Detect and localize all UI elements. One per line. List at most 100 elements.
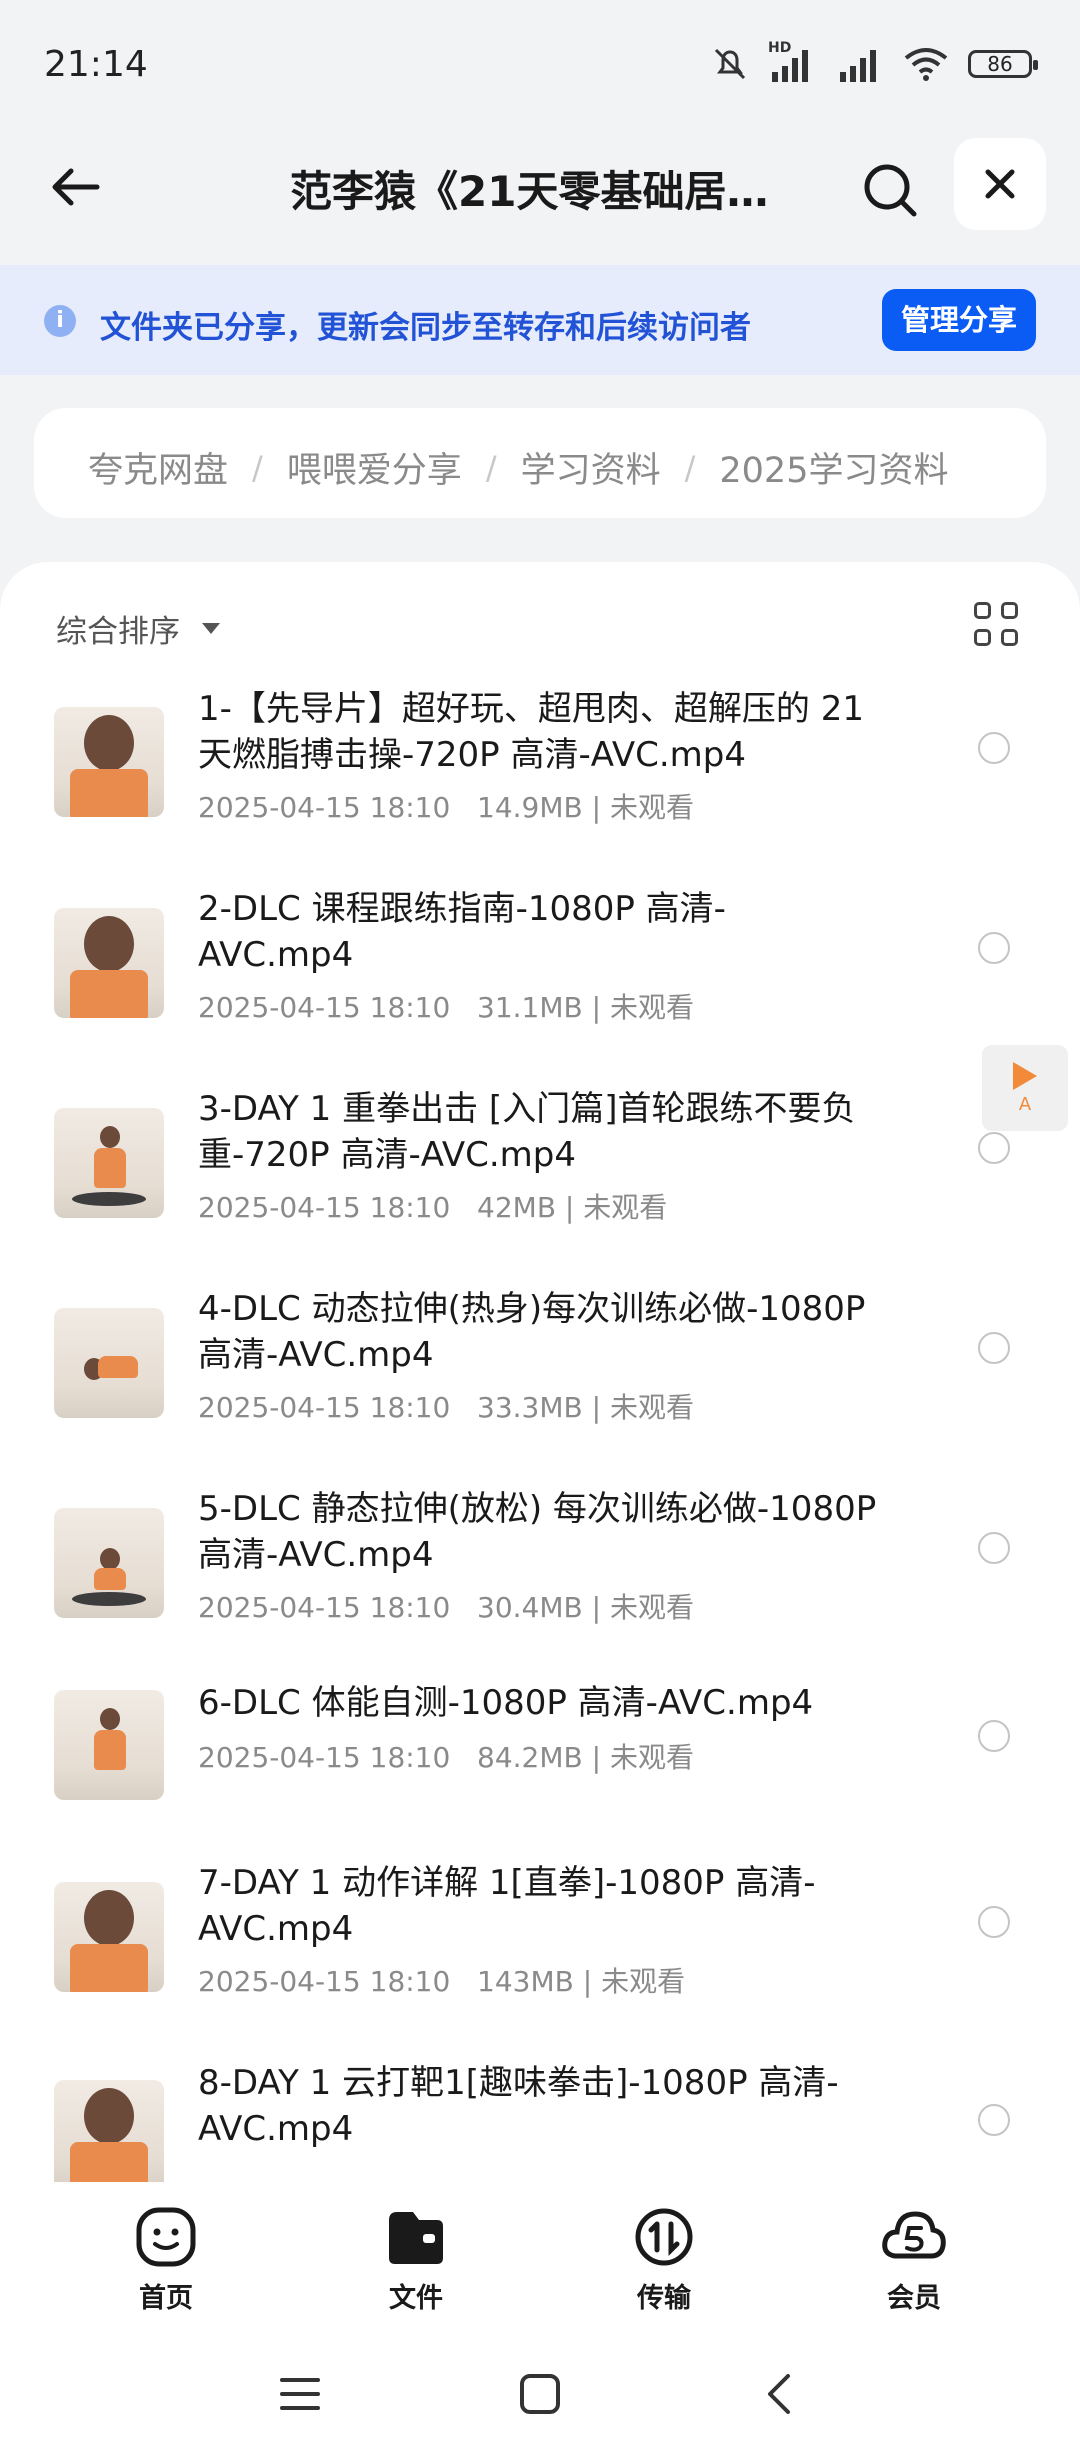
home-square-icon — [520, 2374, 560, 2414]
file-row[interactable]: 6-DLC 体能自测-1080P 高清-AVC.mp4 2025-04-15 1… — [0, 1660, 1080, 1830]
file-size: 143MB — [477, 1965, 574, 1998]
back-arrow-icon — [52, 168, 100, 206]
video-thumbnail — [54, 707, 164, 817]
breadcrumb-separator: / — [684, 448, 696, 487]
file-row[interactable]: 1-【先导片】超好玩、超甩肉、超解压的 21天燃脂搏击操-720P 高清-AVC… — [0, 660, 1080, 860]
search-icon — [864, 164, 917, 217]
search-button[interactable] — [852, 152, 928, 228]
select-radio[interactable] — [978, 1906, 1010, 1938]
status-icons: HD 86 — [710, 40, 1038, 84]
video-thumbnail — [54, 908, 164, 1018]
breadcrumb-item[interactable]: 夸克网盘 — [88, 442, 228, 493]
tab-member[interactable]: 会员 — [844, 2206, 984, 2315]
share-notice-text: 文件夹已分享，更新会同步至转存和后续访问者 — [100, 310, 751, 346]
file-date: 2025-04-15 18:10 — [198, 1191, 451, 1224]
watch-status: 未观看 — [583, 1191, 668, 1224]
close-button[interactable] — [954, 138, 1046, 230]
watch-status: 未观看 — [609, 991, 694, 1024]
file-size: 31.1MB — [477, 991, 583, 1024]
file-size: 84.2MB — [477, 1741, 583, 1774]
menu-icon — [280, 2378, 320, 2410]
caret-down-icon — [202, 623, 220, 634]
file-date: 2025-04-15 18:10 — [198, 1741, 451, 1774]
select-radio[interactable] — [978, 732, 1010, 764]
file-meta: 2025-04-15 18:10 14.9MB | 未观看 — [198, 791, 694, 824]
select-radio[interactable] — [978, 2104, 1010, 2136]
select-radio[interactable] — [978, 1332, 1010, 1364]
bottom-tab-bar: 首页 文件 传输 会员 — [0, 2182, 1080, 2322]
file-size: 30.4MB — [477, 1591, 583, 1624]
file-name: 6-DLC 体能自测-1080P 高清-AVC.mp4 — [198, 1683, 814, 1723]
file-name: 4-DLC 动态拉伸(热身)每次训练必做-1080P 高清-AVC.mp4 — [198, 1289, 866, 1375]
watch-status: 未观看 — [609, 791, 694, 824]
watch-status: 未观看 — [609, 1741, 694, 1774]
file-row[interactable]: 3-DAY 1 重拳出击 [入门篇]首轮跟练不要负重-720P 高清-AVC.m… — [0, 1060, 1080, 1260]
file-name: 8-DAY 1 云打靶1[趣味拳击]-1080P 高清-AVC.mp4 — [198, 2063, 839, 2149]
system-back-button[interactable] — [750, 2364, 810, 2424]
sort-dropdown[interactable]: 综合排序 — [56, 606, 220, 651]
file-meta: 2025-04-15 18:10 84.2MB | 未观看 — [198, 1741, 694, 1774]
breadcrumb-item[interactable]: 2025学习资料 — [719, 442, 948, 493]
grid-view-icon[interactable] — [974, 602, 1020, 648]
back-button[interactable] — [40, 152, 110, 222]
status-time: 21:14 — [44, 44, 148, 85]
tab-transfer[interactable]: 传输 — [594, 2206, 734, 2315]
watch-status: 未观看 — [609, 1391, 694, 1424]
tab-label: 传输 — [637, 2283, 691, 2314]
file-date: 2025-04-15 18:10 — [198, 1591, 451, 1624]
tab-home[interactable]: 首页 — [96, 2206, 236, 2315]
play-icon — [1013, 1061, 1037, 1090]
video-thumbnail — [54, 1690, 164, 1800]
file-row[interactable]: 2-DLC 课程跟练指南-1080P 高清-AVC.mp4 2025-04-15… — [0, 860, 1080, 1060]
breadcrumb-item[interactable]: 喂喂爱分享 — [287, 442, 462, 493]
breadcrumb-item[interactable]: 学习资料 — [521, 442, 661, 493]
video-thumbnail — [54, 1108, 164, 1218]
tab-label: 文件 — [389, 2283, 443, 2314]
breadcrumb-trail: 夸克网盘 / 喂喂爱分享 / 学习资料 / 2025学习资料 — [88, 442, 1028, 493]
watch-status: 未观看 — [601, 1965, 686, 1998]
member-icon — [882, 2211, 946, 2259]
wifi-icon — [904, 48, 948, 81]
close-icon — [985, 169, 1015, 199]
manage-share-button[interactable]: 管理分享 — [882, 289, 1036, 351]
signal-icon — [840, 50, 876, 82]
file-row[interactable]: 5-DLC 静态拉伸(放松) 每次训练必做-1080P 高清-AVC.mp4 2… — [0, 1460, 1080, 1660]
file-size: 33.3MB — [477, 1391, 583, 1424]
system-home-button[interactable] — [510, 2364, 570, 2424]
file-meta: 2025-04-15 18:10 31.1MB | 未观看 — [198, 991, 694, 1024]
file-size: 14.9MB — [477, 791, 583, 824]
file-name: 1-【先导片】超好玩、超甩肉、超解压的 21天燃脂搏击操-720P 高清-AVC… — [198, 689, 864, 775]
file-date: 2025-04-15 18:10 — [198, 1965, 451, 1998]
folder-icon — [389, 2212, 443, 2264]
video-thumbnail — [54, 2080, 164, 2182]
nav-header: 范李猿《21天零基础居… — [0, 130, 1080, 265]
file-meta: 2025-04-15 18:10 143MB | 未观看 — [198, 1965, 686, 1998]
file-date: 2025-04-15 18:10 — [198, 1391, 451, 1424]
file-row[interactable]: 7-DAY 1 动作详解 1[直拳]-1080P 高清-AVC.mp4 2025… — [0, 1830, 1080, 2030]
floating-badge-label: A — [1018, 1093, 1032, 1115]
select-radio[interactable] — [978, 1532, 1010, 1564]
video-thumbnail — [54, 1508, 164, 1618]
breadcrumb-separator: / — [252, 448, 263, 487]
select-radio[interactable] — [978, 932, 1010, 964]
video-thumbnail — [54, 1882, 164, 1992]
floating-player-button[interactable]: A — [982, 1045, 1068, 1131]
file-meta: 2025-04-15 18:10 33.3MB | 未观看 — [198, 1391, 694, 1424]
battery-indicator: 86 — [968, 50, 1038, 78]
select-radio[interactable] — [978, 1132, 1010, 1164]
file-row[interactable]: 8-DAY 1 云打靶1[趣味拳击]-1080P 高清-AVC.mp4 — [0, 2030, 1080, 2182]
tab-files[interactable]: 文件 — [346, 2206, 486, 2315]
file-row[interactable]: 4-DLC 动态拉伸(热身)每次训练必做-1080P 高清-AVC.mp4 20… — [0, 1260, 1080, 1460]
tab-label: 首页 — [139, 2283, 193, 2314]
video-thumbnail — [54, 1308, 164, 1418]
mute-bell-icon — [714, 48, 746, 80]
select-radio[interactable] — [978, 1720, 1010, 1752]
file-name: 3-DAY 1 重拳出击 [入门篇]首轮跟练不要负重-720P 高清-AVC.m… — [198, 1089, 856, 1175]
sort-label: 综合排序 — [56, 614, 180, 650]
back-chevron-icon — [768, 2374, 790, 2414]
file-date: 2025-04-15 18:10 — [198, 991, 451, 1024]
file-meta: 2025-04-15 18:10 42MB | 未观看 — [198, 1191, 668, 1224]
system-menu-button[interactable] — [270, 2364, 330, 2424]
file-name: 2-DLC 课程跟练指南-1080P 高清-AVC.mp4 — [198, 889, 726, 975]
transfer-icon — [635, 2208, 693, 2266]
